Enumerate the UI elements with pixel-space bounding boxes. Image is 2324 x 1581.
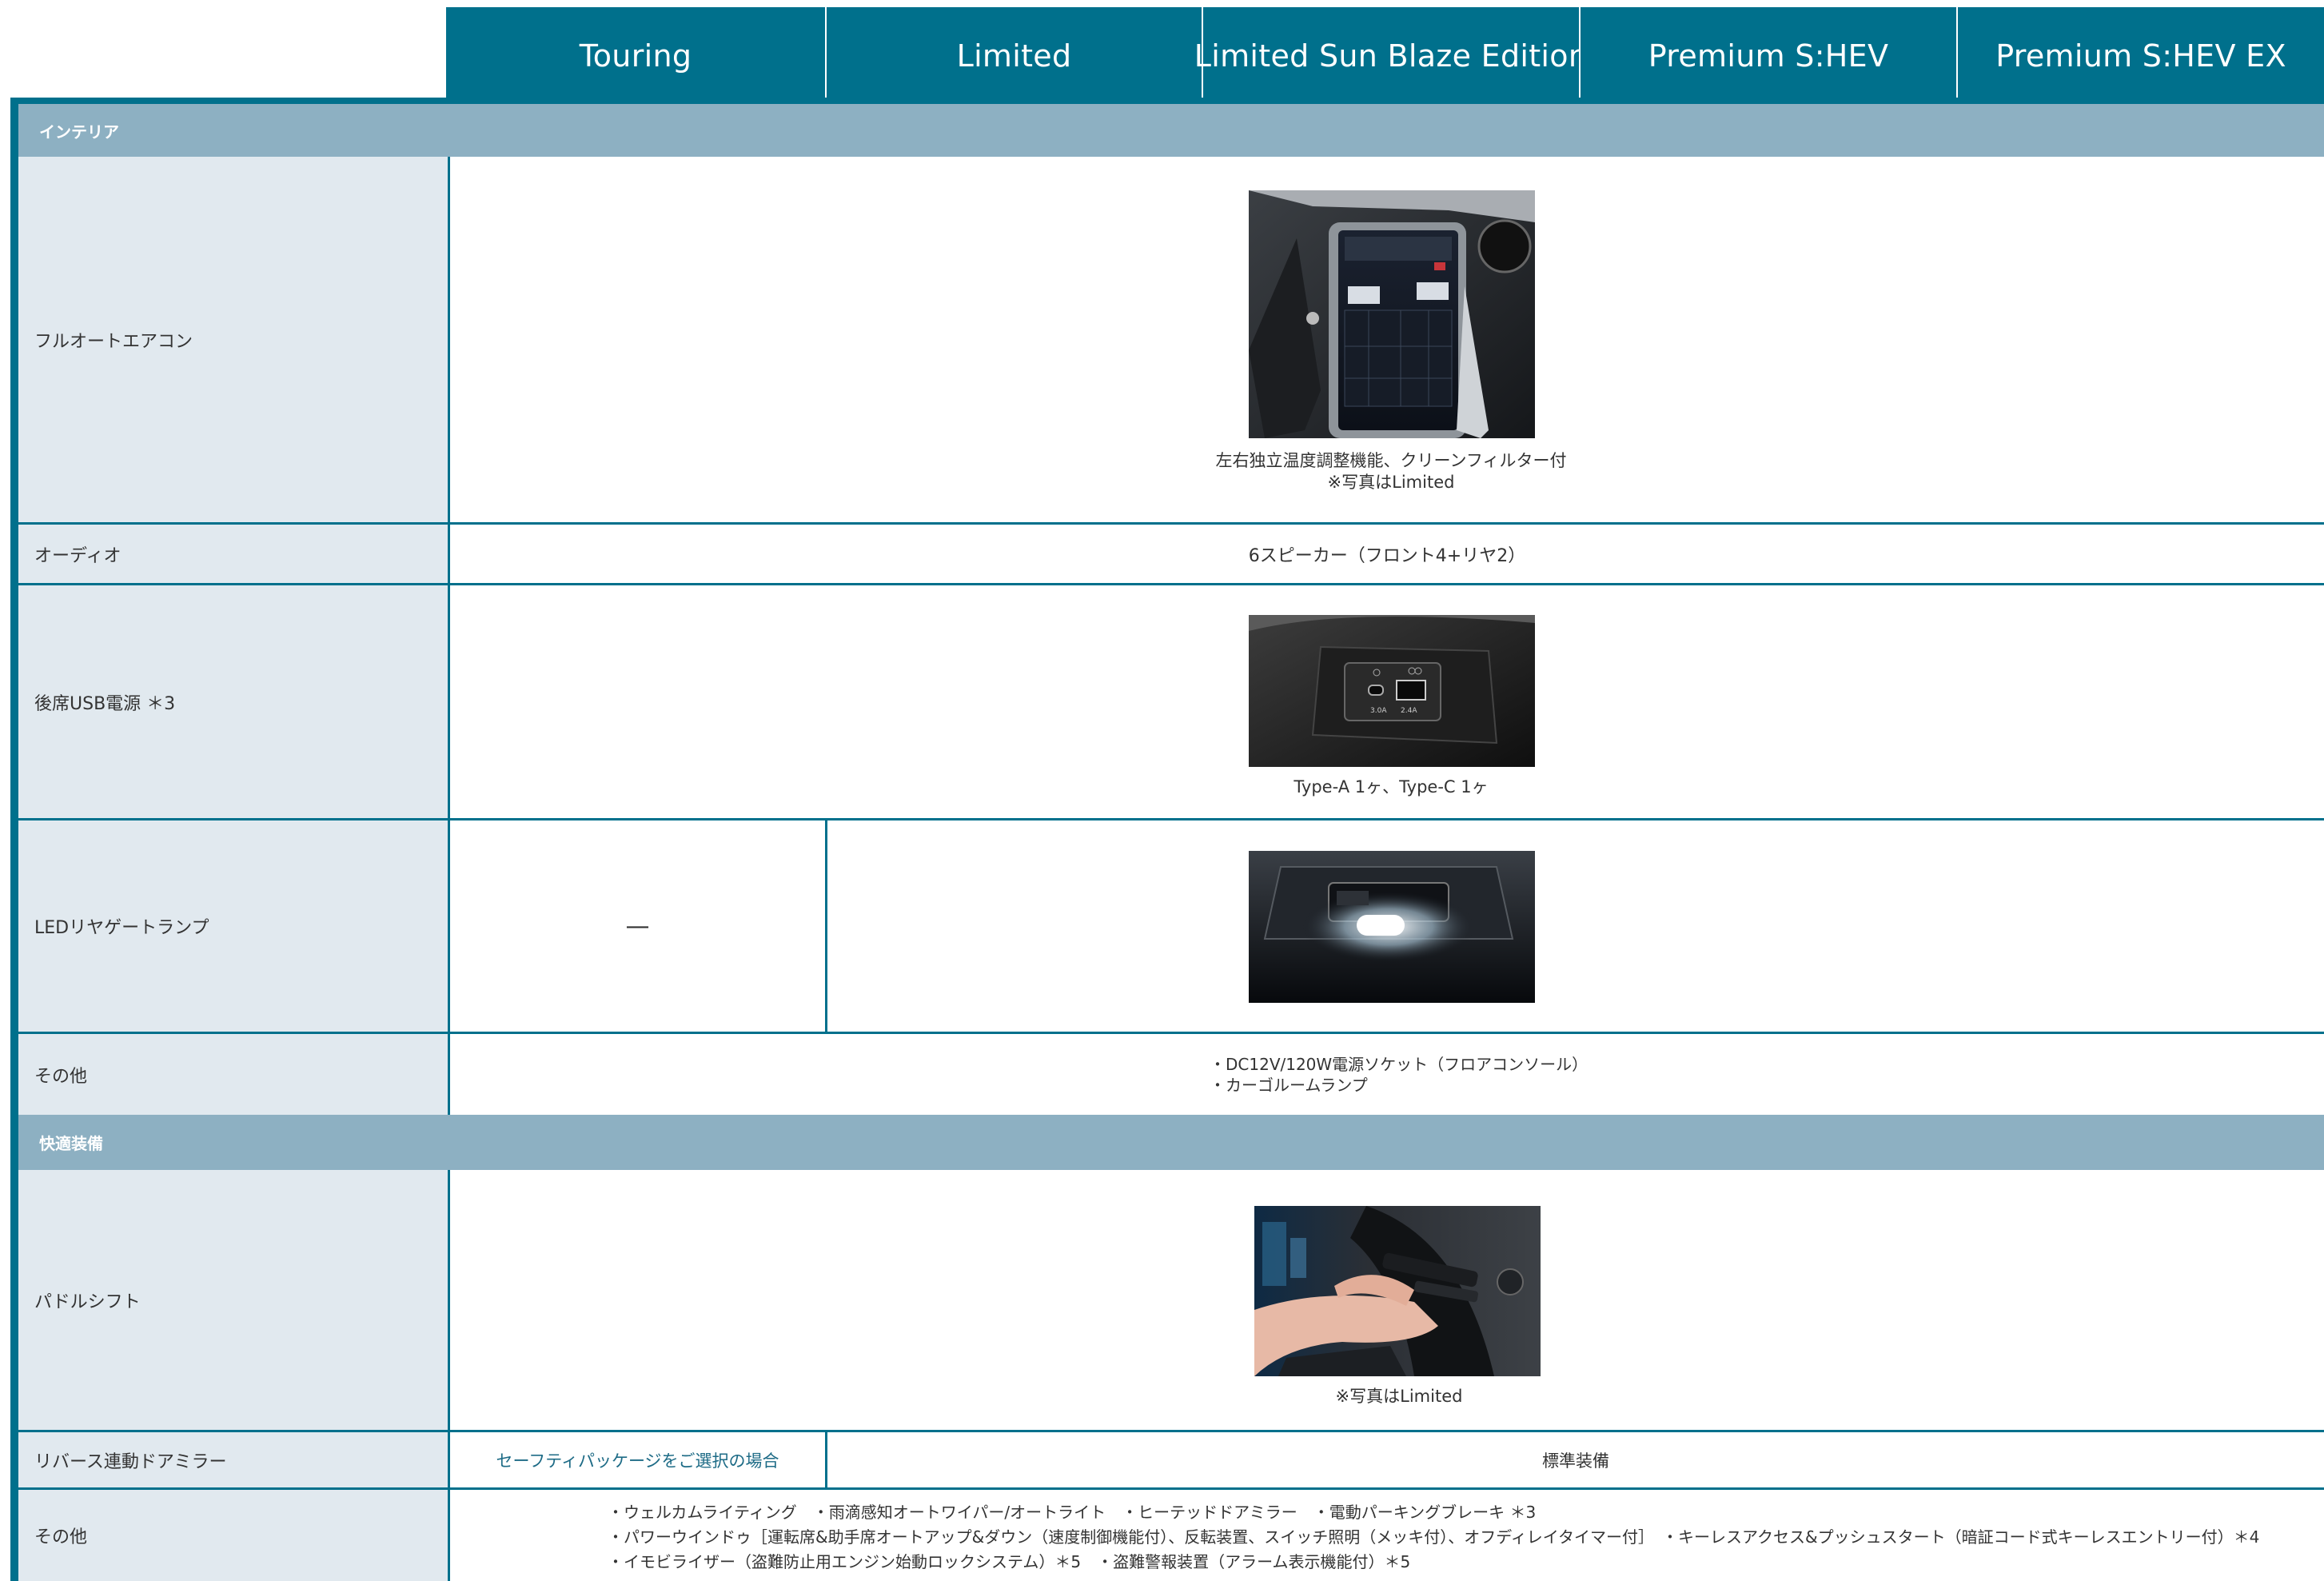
led-touring-cell: — xyxy=(450,820,825,1032)
paddle-photo xyxy=(1254,1206,1541,1376)
row-label-text: その他 xyxy=(34,1527,88,1547)
column-header-label: Limited xyxy=(956,38,1072,74)
row-label-text: 後席USB電源 ＊3 xyxy=(34,693,176,714)
column-header-limited-sun-blaze: Limited Sun Blaze Edition xyxy=(1194,7,1588,104)
column-divider xyxy=(448,157,450,522)
column-header-label: Limited Sun Blaze Edition xyxy=(1194,38,1589,74)
column-divider xyxy=(448,585,450,818)
column-divider xyxy=(448,1490,450,1581)
usb-a-amperage: 2.4A xyxy=(1401,707,1417,715)
audio-value-cell: 6スピーカー（フロント4+リヤ2） xyxy=(450,525,2324,583)
column-header-label: Touring xyxy=(579,38,692,74)
row-label-other-comfort: その他 xyxy=(18,1490,448,1581)
paddle-shift-image xyxy=(1254,1206,1541,1376)
other-comfort-item: ・パワーウインドゥ［運転席&助手席オートアップ&ダウン（速度制御機能付）、反転装… xyxy=(608,1527,2260,1547)
aircon-caption: 左右独立温度調整機能、クリーンフィルター付 ※写真はLimited xyxy=(1151,450,1631,493)
aircon-dashboard-image xyxy=(1249,190,1535,438)
row-label-text: オーディオ xyxy=(34,545,122,566)
column-header-premium-shev-ex: Premium S:HEV EX xyxy=(1958,7,2324,104)
row-label-text: LEDリヤゲートランプ xyxy=(34,918,209,938)
usb-caption-text: Type-A 1ヶ、Type-C 1ヶ xyxy=(1294,777,1489,796)
other-comfort-list: ・ウェルカムライティング ・雨滴感知オートワイパー/オートライト ・ヒーテッドド… xyxy=(608,1500,2259,1575)
other-interior-item: ・カーゴルームランプ xyxy=(1210,1076,1368,1095)
column-divider xyxy=(825,820,827,1032)
row-label-text: フルオートエアコン xyxy=(34,331,193,352)
column-header-touring: Touring xyxy=(446,7,825,104)
paddle-caption-text: ※写真はLimited xyxy=(1335,1387,1463,1406)
row-label-aircon: フルオートエアコン xyxy=(18,157,448,522)
row-label-other-interior: その他 xyxy=(18,1034,448,1115)
column-header-label: Premium S:HEV xyxy=(1648,38,1889,74)
led-touring-value: — xyxy=(625,912,650,940)
other-comfort-item: ・イモビライザー（盗難防止用エンジン始動ロックシステム）＊5 ・盗難警報装置（ア… xyxy=(608,1552,1411,1571)
column-header-premium-shev: Premium S:HEV xyxy=(1581,7,1956,104)
row-label-audio: オーディオ xyxy=(18,525,448,583)
standard-equipment-value: 標準装備 xyxy=(1542,1451,1609,1471)
section-header-comfort: 快適装備 xyxy=(18,1115,2324,1170)
section-title: 快適装備 xyxy=(39,1134,103,1153)
row-label-text: その他 xyxy=(34,1066,88,1087)
usb-port-image: 3.0A 2.4A xyxy=(1249,615,1535,767)
led-lamp-image xyxy=(1249,851,1535,1003)
other-interior-list: ・DC12V/120W電源ソケット（フロアコンソール） ・カーゴルームランプ xyxy=(1210,1054,1588,1096)
usb-photo: 3.0A 2.4A xyxy=(1249,615,1535,767)
aircon-photo xyxy=(1249,190,1535,438)
section-header-interior: インテリア xyxy=(18,104,2324,157)
table-top-border xyxy=(10,98,2324,104)
column-divider xyxy=(448,1170,450,1430)
reverse-mirror-standard-cell: 標準装備 xyxy=(827,1432,2324,1487)
row-label-paddle: パドルシフト xyxy=(18,1170,448,1430)
other-comfort-item: ・ウェルカムライティング ・雨滴感知オートワイパー/オートライト ・ヒーテッドド… xyxy=(608,1503,1537,1522)
led-photo xyxy=(1249,851,1535,1003)
safety-package-note: セーフティパッケージをご選択の場合 xyxy=(496,1451,779,1471)
row-label-reverse-mirror: リバース連動ドアミラー xyxy=(18,1432,448,1487)
row-label-usb: 後席USB電源 ＊3 xyxy=(18,585,448,818)
column-divider xyxy=(448,1034,450,1115)
row-label-led: LEDリヤゲートランプ xyxy=(18,820,448,1032)
usb-caption: Type-A 1ヶ、Type-C 1ヶ xyxy=(1151,777,1631,798)
paddle-caption: ※写真はLimited xyxy=(1151,1386,1647,1407)
other-interior-item: ・DC12V/120W電源ソケット（フロアコンソール） xyxy=(1210,1055,1589,1074)
row-label-text: リバース連動ドアミラー xyxy=(34,1451,227,1472)
section-title: インテリア xyxy=(39,122,119,142)
table-left-border xyxy=(10,98,18,1581)
column-header-limited: Limited xyxy=(827,7,1202,104)
aircon-caption-line1: 左右独立温度調整機能、クリーンフィルター付 xyxy=(1215,451,1567,470)
aircon-caption-line2: ※写真はLimited xyxy=(1327,473,1455,492)
reverse-mirror-touring-cell: セーフティパッケージをご選択の場合 xyxy=(450,1432,825,1487)
column-header-label: Premium S:HEV EX xyxy=(1995,38,2286,74)
usb-c-amperage: 3.0A xyxy=(1370,707,1387,715)
row-label-text: パドルシフト xyxy=(34,1292,141,1312)
audio-value: 6スピーカー（フロント4+リヤ2） xyxy=(1248,545,1526,566)
